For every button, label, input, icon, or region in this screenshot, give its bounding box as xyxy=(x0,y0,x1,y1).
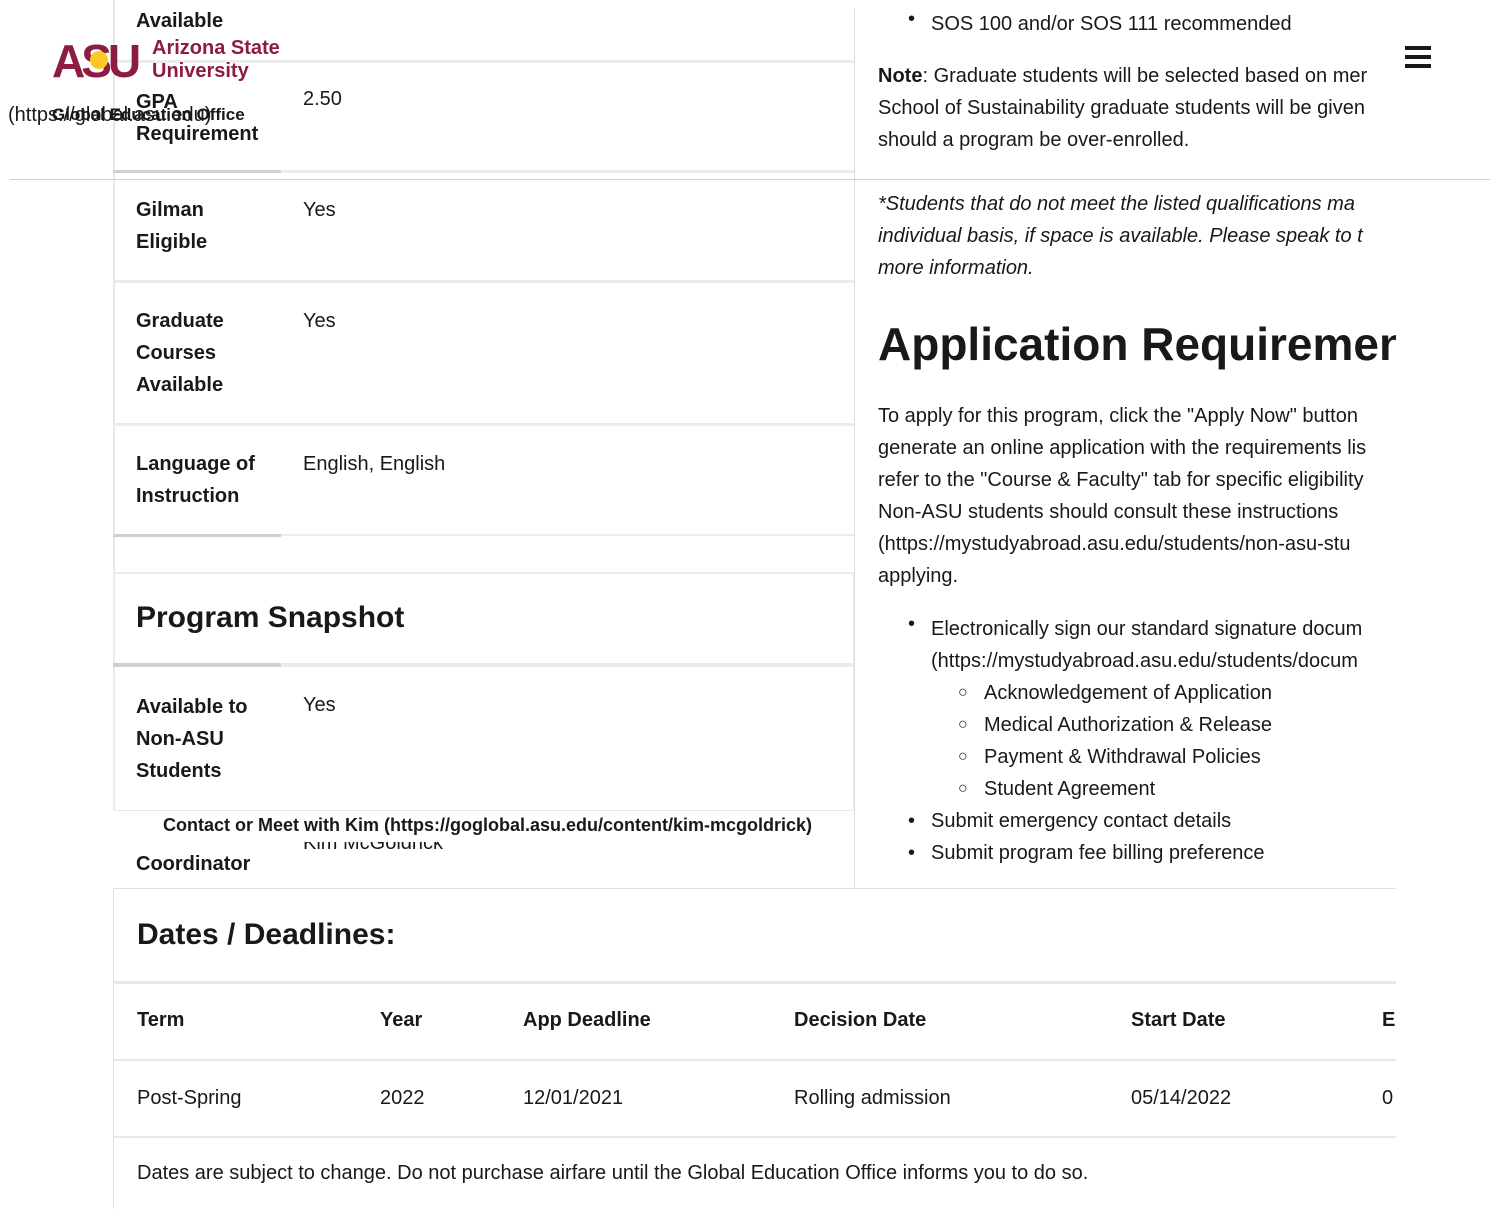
application-requirements-text: To apply for this program, click the "Ap… xyxy=(878,400,1396,592)
row-divider xyxy=(281,534,855,536)
note-label: Note xyxy=(878,65,923,87)
bullet-line[interactable]: (https://mystudyabroad.asu.edu/students/… xyxy=(931,645,1396,677)
column-header-end-date: E xyxy=(1382,1009,1396,1031)
dates-deadlines-section: Dates / Deadlines: Term Year App Deadlin… xyxy=(113,888,1396,1209)
column-header-app-deadline: App Deadline xyxy=(523,1009,651,1031)
column-header-start-date: Start Date xyxy=(1131,1009,1226,1031)
row-divider xyxy=(113,663,281,667)
sub-bullet: Medical Authorization & Release xyxy=(984,714,1272,736)
circle-bullet: ○ xyxy=(958,684,968,701)
table-cell-end-date: 0 xyxy=(1382,1087,1394,1109)
logo-text-line2[interactable]: University xyxy=(152,60,249,82)
detail-label: Graduate Courses Available xyxy=(136,310,224,396)
row-divider xyxy=(114,1136,1396,1138)
app-req-line[interactable]: (https://mystudyabroad.asu.edu/students/… xyxy=(878,528,1396,560)
menu-hamburger-icon[interactable] xyxy=(1405,46,1431,70)
detail-label: Available to Non-ASU Students xyxy=(136,696,248,782)
table-cell-term: Post-Spring xyxy=(137,1087,242,1109)
circle-bullet: ○ xyxy=(958,748,968,765)
row-divider xyxy=(114,1059,1396,1061)
bullet-dot: • xyxy=(908,842,916,864)
dates-title: Dates / Deadlines: xyxy=(137,918,396,951)
app-req-line: generate an online application with the … xyxy=(878,437,1367,459)
italic-line: *Students that do not meet the listed qu… xyxy=(878,193,1355,215)
asu-logo-mark[interactable]: ASU xyxy=(52,40,142,80)
detail-value: Yes xyxy=(303,199,336,221)
sub-bullet: Student Agreement xyxy=(984,778,1156,800)
logo-text-line1[interactable]: Arizona State xyxy=(152,37,280,59)
bullet-line: Electronically sign our standard signatu… xyxy=(931,618,1363,640)
circle-bullet: ○ xyxy=(958,716,968,733)
dates-footnote: Dates are subject to change. Do not purc… xyxy=(137,1162,1089,1184)
column-header-term: Term xyxy=(137,1009,185,1031)
row-divider xyxy=(113,423,855,426)
application-requirements-heading: Application Requiremen xyxy=(878,318,1396,370)
emergency-contact-bullet: Submit emergency contact details xyxy=(931,810,1232,832)
column-header-year: Year xyxy=(380,1009,423,1031)
sign-documents-bullet: Electronically sign our standard signatu… xyxy=(931,613,1396,677)
app-req-line: applying. xyxy=(878,565,959,587)
note-line: : Graduate students will be selected bas… xyxy=(922,65,1368,87)
detail-value: English, English xyxy=(303,453,446,475)
italic-line: more information. xyxy=(878,257,1034,279)
app-req-line: To apply for this program, click the "Ap… xyxy=(878,405,1358,427)
qualifications-note: *Students that do not meet the listed qu… xyxy=(878,188,1396,284)
row-divider xyxy=(113,534,281,537)
contact-coordinator-link[interactable]: Contact or Meet with Kim (https://goglob… xyxy=(163,815,812,836)
detail-label: Available xyxy=(136,10,224,32)
detail-value: Yes xyxy=(303,694,336,716)
row-divider xyxy=(281,170,855,173)
row-divider xyxy=(113,280,855,283)
bullet-dot: • xyxy=(908,8,916,30)
contact-coordinator-bar: Contact or Meet with Kim (https://goglob… xyxy=(113,810,855,842)
office-name[interactable]: Global Education Office xyxy=(52,105,245,125)
program-snapshot-title: Program Snapshot xyxy=(136,601,405,634)
table-cell-decision-date: Rolling admission xyxy=(794,1087,951,1109)
italic-line: individual basis, if space is available.… xyxy=(878,225,1363,247)
hamburger-bar xyxy=(1405,46,1431,50)
detail-value: Yes xyxy=(303,310,336,332)
hamburger-bar xyxy=(1405,55,1431,59)
table-cell-start-date: 05/14/2022 xyxy=(1131,1087,1232,1109)
note-line: School of Sustainability graduate studen… xyxy=(878,97,1365,119)
detail-label: Language of Instruction xyxy=(136,453,255,507)
billing-preference-bullet: Submit program fee billing preference xyxy=(931,842,1265,864)
row-divider xyxy=(114,981,1396,984)
sub-bullet: Payment & Withdrawal Policies xyxy=(984,746,1261,768)
app-req-line: refer to the "Course & Faculty" tab for … xyxy=(878,469,1364,491)
app-req-line: Non-ASU students should consult these in… xyxy=(878,501,1339,523)
detail-row-available: Available xyxy=(136,7,223,35)
row-divider xyxy=(113,170,281,173)
column-divider xyxy=(854,8,855,888)
bullet-dot: • xyxy=(908,810,916,832)
table-cell-app-deadline: 12/01/2021 xyxy=(523,1087,624,1109)
column-header-decision-date: Decision Date xyxy=(794,1009,927,1031)
bullet-dot: • xyxy=(908,613,916,635)
row-divider xyxy=(281,663,855,667)
detail-value: 2.50 xyxy=(303,88,342,110)
hamburger-bar xyxy=(1405,64,1431,68)
table-cell-year: 2022 xyxy=(380,1087,425,1109)
header-divider xyxy=(10,179,1490,180)
circle-bullet: ○ xyxy=(958,780,968,797)
note-line: should a program be over-enrolled. xyxy=(878,129,1190,151)
detail-label: Gilman Eligible xyxy=(136,199,208,253)
graduate-note: Note: Graduate students will be selected… xyxy=(878,60,1396,156)
sub-bullet: Acknowledgement of Application xyxy=(984,682,1272,704)
prereq-bullet: SOS 100 and/or SOS 111 recommended xyxy=(931,13,1292,35)
